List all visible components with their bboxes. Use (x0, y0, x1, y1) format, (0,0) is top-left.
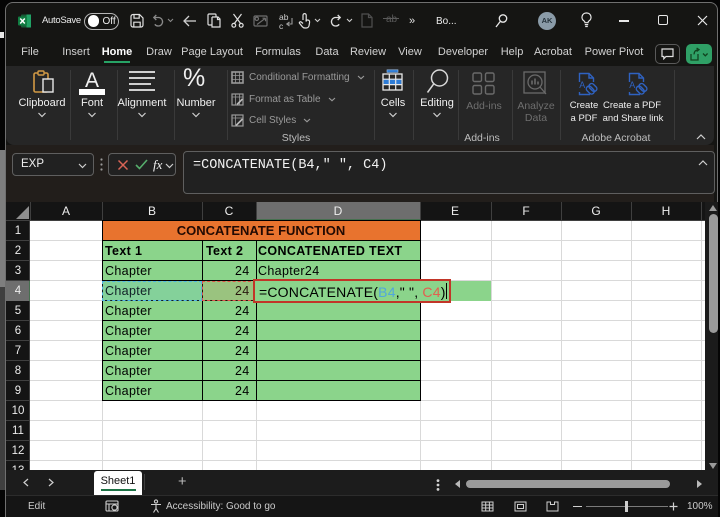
svg-text:A: A (629, 80, 635, 90)
svg-text:A: A (579, 80, 585, 90)
svg-text:ab: ab (386, 14, 398, 25)
svg-text:A: A (85, 69, 99, 92)
svg-text:c: c (279, 21, 284, 30)
